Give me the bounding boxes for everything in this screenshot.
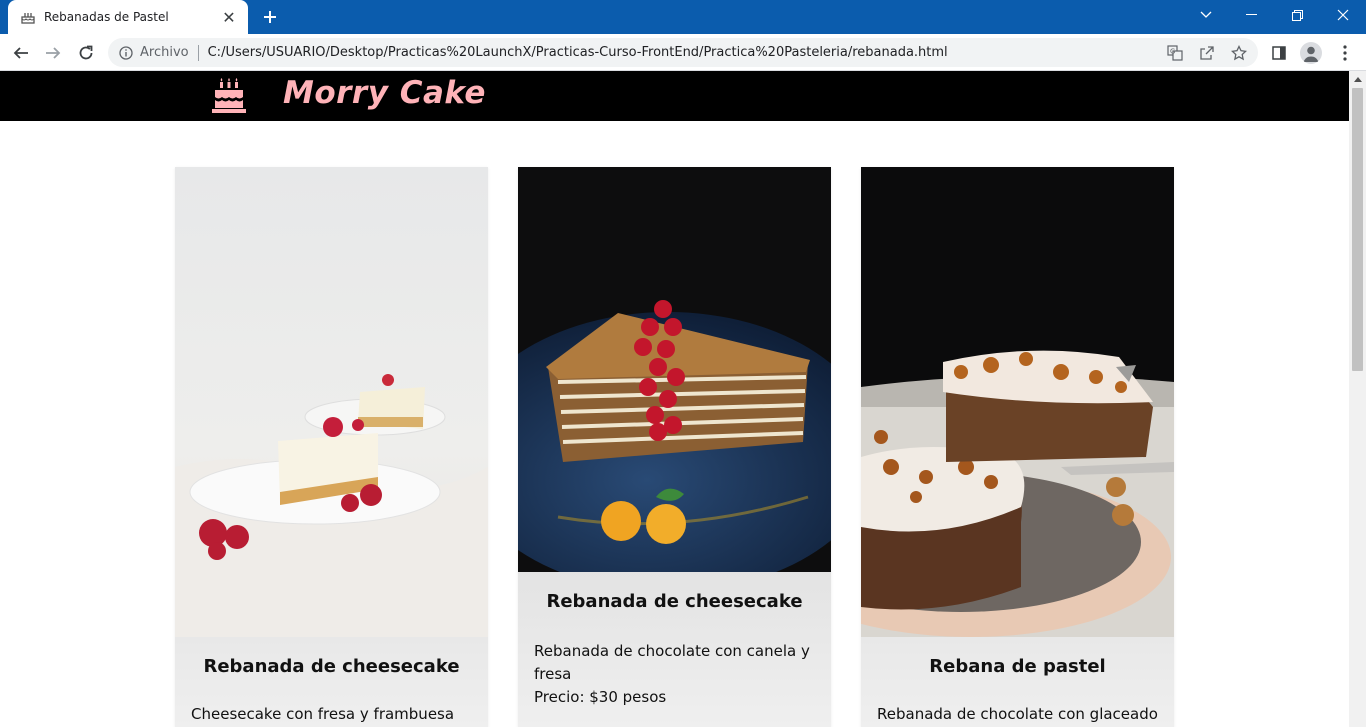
close-window-icon[interactable] [1320,0,1366,30]
file-scheme-label: Archivo [140,45,189,60]
minimize-window-icon[interactable] [1228,0,1274,30]
layered-cake-photo [518,167,831,572]
browser-tab-strip: Rebanadas de Pastel ✕ [0,0,1366,34]
product-card[interactable]: Rebana de pastel Rebanada de chocolate c… [861,167,1174,727]
card-title: Rebanada de cheesecake [203,656,460,677]
kebab-menu-icon[interactable] [1332,40,1358,66]
chocolate-cake-photo [861,167,1174,637]
cheesecake-photo [175,167,488,637]
card-price: Precio: $30 pesos [534,688,667,706]
nav-link-pedidos[interactable]: Pedidos [118,71,180,90]
nav-link-pasteles[interactable]: Pasteles [47,71,113,90]
tab-title: Rebanadas de Pastel [44,10,169,24]
profile-avatar-icon[interactable] [1298,40,1324,66]
address-toolbar: Archivo C:/Users/USUARIO/Desktop/Practic… [0,34,1366,71]
scroll-up-arrow-icon[interactable] [1349,71,1366,88]
page-viewport: Morry Cake Inicio Pasteles Pedidos Carri… [0,71,1366,727]
side-panel-icon[interactable] [1266,40,1292,66]
share-icon[interactable] [1194,38,1220,67]
product-card[interactable]: Rebanada de cheesecake Cheesecake con fr… [175,167,488,727]
address-bar[interactable]: Archivo C:/Users/USUARIO/Desktop/Practic… [108,38,1258,67]
card-title: Rebanada de cheesecake [546,591,803,612]
scrollbar-thumb[interactable] [1352,88,1363,371]
cake-favicon-icon [20,9,36,25]
restore-window-icon[interactable] [1274,0,1320,30]
reload-icon[interactable] [73,40,99,66]
card-title: Rebana de pastel [929,656,1106,677]
forward-arrow-icon[interactable] [40,40,66,66]
new-tab-icon[interactable] [258,5,282,29]
svg-text:G: G [1170,47,1175,55]
info-icon[interactable] [118,45,134,61]
card-description: Cheesecake con fresa y frambuesa [191,705,455,723]
back-arrow-icon[interactable] [8,40,34,66]
birthday-cake-icon[interactable] [211,78,247,114]
tab-search-icon[interactable] [1183,0,1229,30]
close-tab-icon[interactable]: ✕ [220,8,238,27]
card-description: Rebanada de chocolate con canela y fresa [534,642,810,683]
url-text[interactable]: C:/Users/USUARIO/Desktop/Practicas%20Lau… [208,45,948,60]
browser-tab[interactable]: Rebanadas de Pastel ✕ [8,0,248,34]
product-card[interactable]: Rebanada de cheesecake Rebanada de choco… [518,167,831,727]
omnibox-separator [197,44,199,61]
translate-icon[interactable]: G [1162,38,1188,67]
brand-name[interactable]: Morry Cake [283,75,486,111]
site-header: Morry Cake Inicio Pasteles Pedidos Carri… [0,71,1349,121]
page-scrollbar[interactable] [1349,71,1366,727]
nav-link-inicio[interactable]: Inicio [0,71,42,90]
card-description: Rebanada de chocolate con glaceado [877,705,1158,723]
bookmark-star-icon[interactable] [1226,38,1252,67]
